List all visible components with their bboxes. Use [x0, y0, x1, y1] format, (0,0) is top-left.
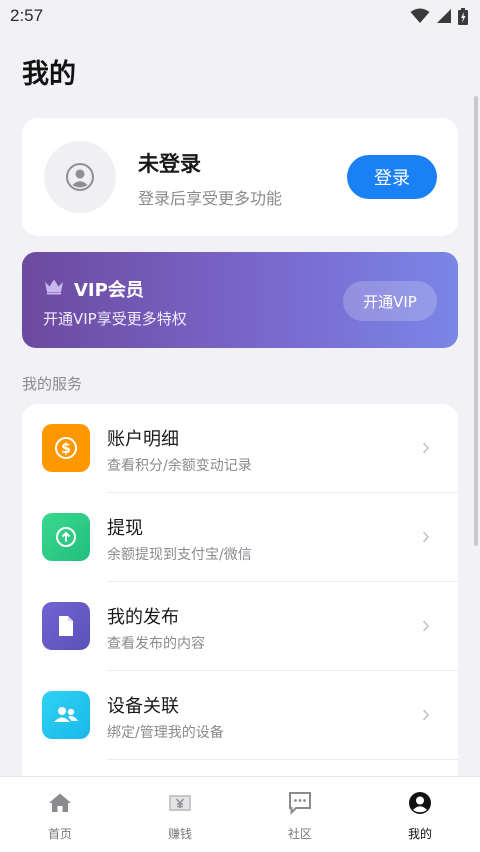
open-vip-button[interactable]: 开通VIP: [343, 281, 437, 321]
service-item-my-posts[interactable]: 我的发布 查看发布的内容: [22, 582, 458, 671]
vip-card[interactable]: VIP会员 开通VIP享受更多特权 开通VIP: [22, 252, 458, 348]
chevron-right-icon: [422, 442, 430, 454]
nav-item-earn[interactable]: 赚钱: [120, 777, 240, 852]
nav-item-home[interactable]: 首页: [0, 777, 120, 852]
avatar[interactable]: [44, 141, 116, 213]
nav-item-community[interactable]: 社区: [240, 777, 360, 852]
service-title: 账户明细: [107, 429, 179, 450]
status-bar: 2:57: [0, 0, 480, 32]
chevron-right-icon: [422, 620, 430, 632]
profile-name: 未登录: [138, 152, 201, 176]
nav-label: 社区: [287, 827, 312, 841]
home-icon: [49, 793, 71, 812]
service-title: 我的发布: [107, 607, 179, 628]
profile-card: 未登录 登录后享受更多功能 登录: [22, 118, 458, 236]
service-subtitle: 绑定/管理我的设备: [107, 725, 224, 741]
screen: 2:57 我的 未登录 登录后享受更多功能 登录 VIP会员 开通VIP享受更多…: [0, 0, 480, 852]
service-item-account-details[interactable]: $ 账户明细 查看积分/余额变动记录: [22, 404, 458, 493]
page-title: 我的: [22, 59, 76, 90]
wifi-icon: [410, 8, 430, 23]
coin-icon: $: [42, 424, 90, 472]
chevron-right-icon: [422, 709, 430, 721]
vip-title: VIP会员: [74, 280, 144, 301]
svg-text:$: $: [61, 441, 71, 457]
bottom-nav: 首页 赚钱 社区 我的: [0, 776, 480, 852]
nav-label: 我的: [407, 827, 432, 841]
people-icon: [42, 691, 90, 739]
service-title: 提现: [107, 518, 143, 539]
crown-icon: [45, 279, 63, 295]
chat-icon: [289, 792, 311, 815]
service-subtitle: 查看发布的内容: [107, 636, 205, 652]
status-icons: [410, 7, 468, 25]
withdraw-icon: [42, 513, 90, 561]
section-label-services: 我的服务: [22, 375, 83, 393]
status-time: 2:57: [10, 6, 44, 25]
signal-icon: [437, 9, 451, 23]
document-icon: [42, 602, 90, 650]
battery-icon: [458, 7, 468, 25]
chevron-right-icon: [422, 531, 430, 543]
service-item-withdraw[interactable]: 提现 余额提现到支付宝/微信: [22, 493, 458, 582]
scrollbar[interactable]: [474, 96, 478, 546]
nav-label: 首页: [47, 827, 72, 841]
nav-label: 赚钱: [167, 827, 192, 841]
service-subtitle: 查看积分/余额变动记录: [107, 458, 252, 474]
login-button[interactable]: 登录: [347, 155, 437, 199]
nav-item-mine[interactable]: 我的: [360, 777, 480, 852]
divider: [107, 759, 458, 760]
service-item-device-link[interactable]: 设备关联 绑定/管理我的设备: [22, 671, 458, 760]
money-icon: [169, 795, 191, 811]
vip-subtitle: 开通VIP享受更多特权: [43, 310, 187, 328]
profile-icon: [409, 792, 431, 814]
services-list: $ 账户明细 查看积分/余额变动记录 提现 余额提现到支付宝/微信 我的发布 查…: [22, 404, 458, 824]
service-subtitle: 余额提现到支付宝/微信: [107, 547, 252, 563]
avatar-placeholder-icon: [66, 163, 94, 191]
profile-subtitle: 登录后享受更多功能: [138, 189, 283, 208]
service-title: 设备关联: [107, 696, 179, 717]
